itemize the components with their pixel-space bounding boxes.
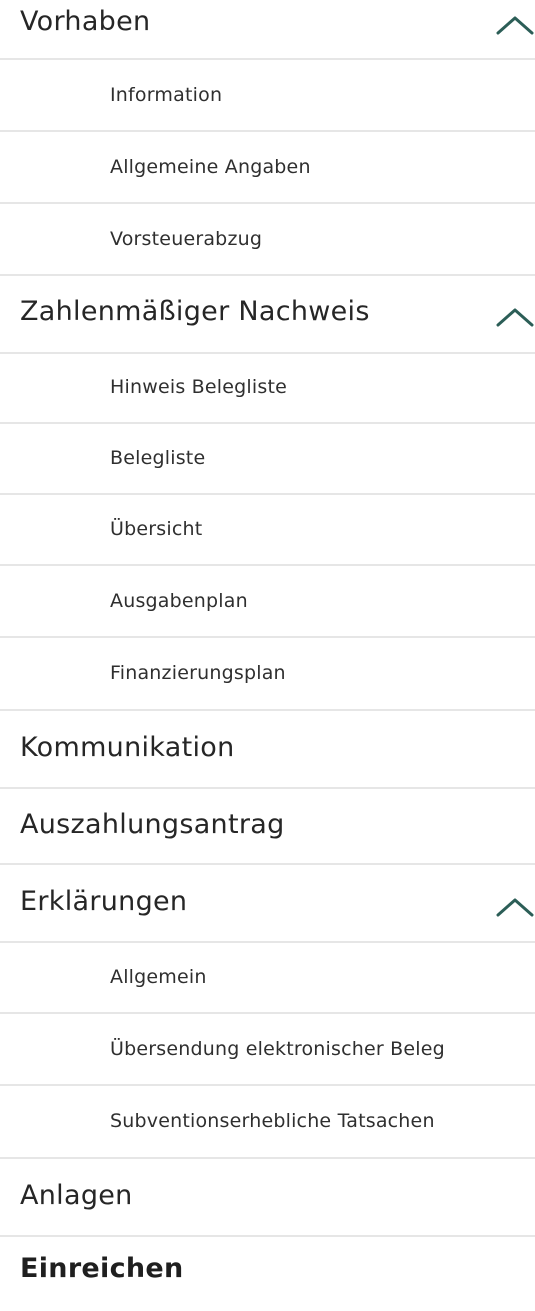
nav-section-einreichen[interactable]: Einreichen [0, 1237, 535, 1311]
nav-section-zahlenmaessiger-nachweis[interactable]: Zahlenmäßiger Nachweis [0, 276, 535, 354]
nav-section-kommunikation[interactable]: Kommunikation [0, 711, 535, 789]
nav-item-label: Belegliste [110, 447, 206, 469]
nav-item-uebersicht[interactable]: Übersicht [0, 495, 535, 566]
nav-item-finanzierungsplan[interactable]: Finanzierungsplan [0, 638, 535, 711]
nav-item-belegliste[interactable]: Belegliste [0, 424, 535, 495]
nav-item-label: Vorsteuerabzug [110, 228, 263, 250]
nav-section-anlagen[interactable]: Anlagen [0, 1159, 535, 1237]
chevron-up-icon[interactable] [495, 306, 535, 328]
nav-item-hinweis-belegliste[interactable]: Hinweis Belegliste [0, 354, 535, 424]
nav-item-label: Allgemeine Angaben [110, 156, 311, 178]
nav-item-allgemeine-angaben[interactable]: Allgemeine Angaben [0, 132, 535, 204]
nav-section-label: Kommunikation [20, 732, 235, 763]
nav-item-label: Übersendung elektronischer Beleg [110, 1038, 445, 1060]
nav-section-label: Anlagen [20, 1180, 133, 1211]
nav-section-label: Einreichen [20, 1253, 184, 1284]
nav-section-label: Auszahlungsantrag [20, 809, 285, 840]
sidebar-navigation: Vorhaben Information Allgemeine Angaben … [0, 0, 535, 1311]
nav-item-uebersendung-elektronischer-beleg[interactable]: Übersendung elektronischer Beleg [0, 1014, 535, 1086]
nav-item-label: Information [110, 84, 223, 106]
nav-section-label: Vorhaben [20, 6, 151, 37]
nav-item-label: Ausgabenplan [110, 590, 248, 612]
nav-item-label: Subventionserhebliche Tatsachen [110, 1110, 435, 1132]
nav-item-allgemein[interactable]: Allgemein [0, 943, 535, 1014]
nav-section-label: Erklärungen [20, 886, 188, 917]
nav-item-vorsteuerabzug[interactable]: Vorsteuerabzug [0, 204, 535, 276]
nav-item-label: Übersicht [110, 518, 203, 540]
nav-item-label: Allgemein [110, 966, 207, 988]
nav-item-subventionserhebliche-tatsachen[interactable]: Subventionserhebliche Tatsachen [0, 1086, 535, 1159]
nav-item-label: Hinweis Belegliste [110, 376, 288, 398]
nav-item-information[interactable]: Information [0, 60, 535, 132]
nav-section-vorhaben[interactable]: Vorhaben [0, 0, 535, 60]
chevron-up-icon[interactable] [495, 14, 535, 36]
nav-section-label: Zahlenmäßiger Nachweis [20, 296, 370, 327]
nav-item-ausgabenplan[interactable]: Ausgabenplan [0, 566, 535, 638]
nav-item-label: Finanzierungsplan [110, 662, 286, 684]
nav-section-auszahlungsantrag[interactable]: Auszahlungsantrag [0, 789, 535, 865]
chevron-up-icon[interactable] [495, 896, 535, 918]
nav-section-erklaerungen[interactable]: Erklärungen [0, 865, 535, 943]
